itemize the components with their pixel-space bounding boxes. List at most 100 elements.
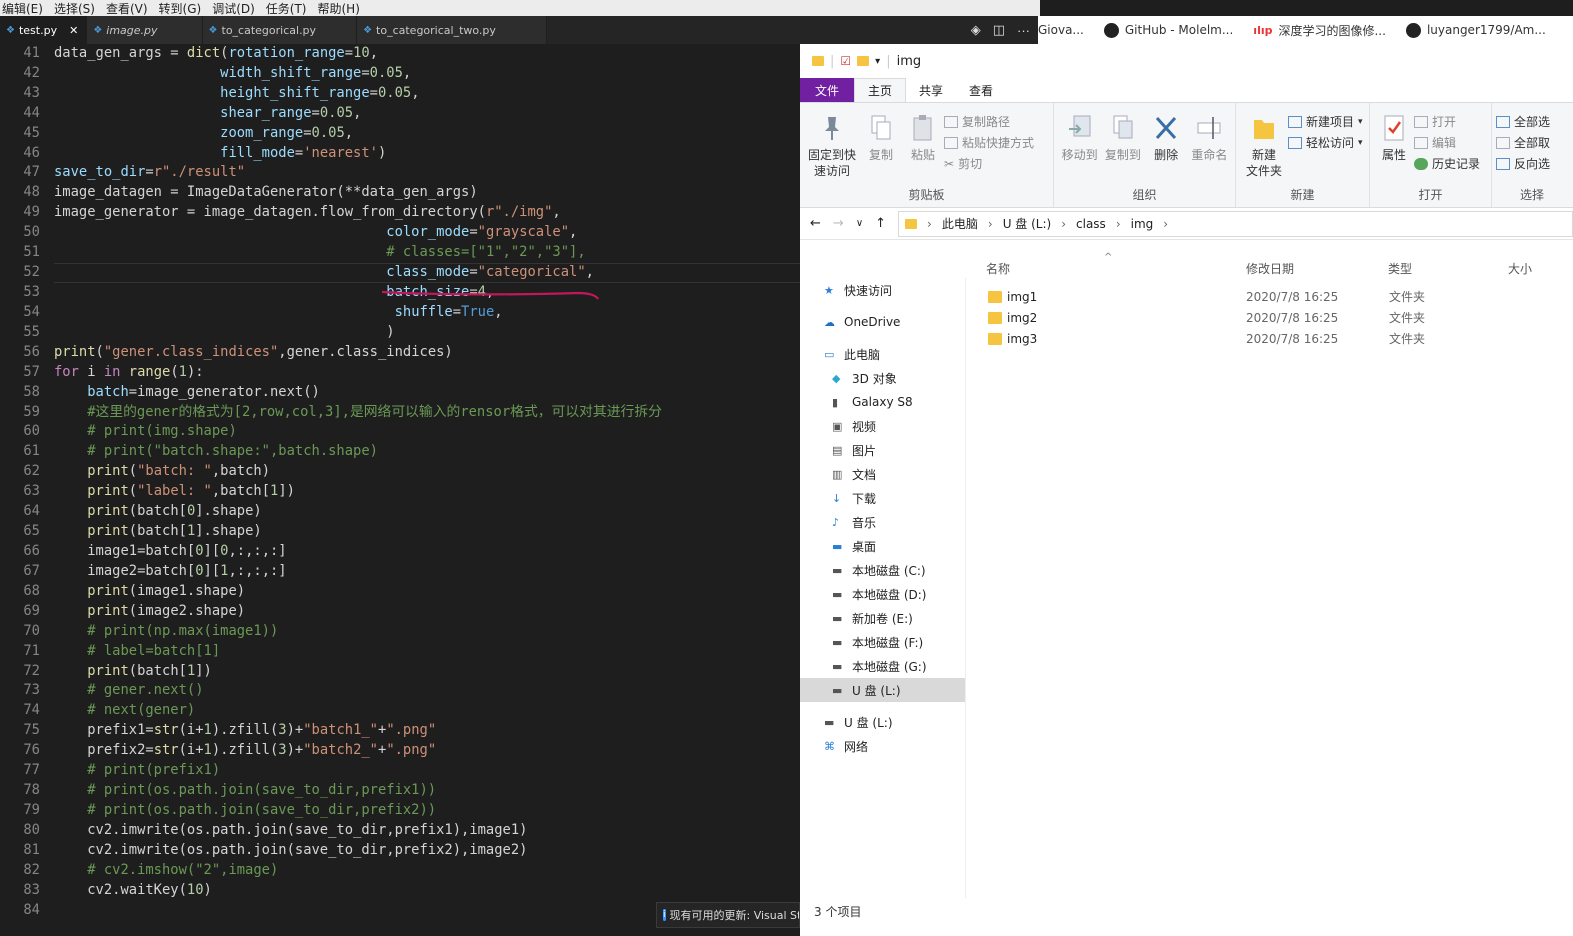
code-line[interactable]: 58 batch=image_generator.next() xyxy=(0,383,800,403)
code-line[interactable]: 75 prefix1=str(i+1).zfill(3)+"batch1_"+"… xyxy=(0,721,800,741)
code-line[interactable]: 46 fill_mode='nearest') xyxy=(0,144,800,164)
nav-item[interactable]: ▬ 桌面 xyxy=(800,534,965,558)
update-notification[interactable]: i 现有可用的更新: Visual St xyxy=(656,902,800,928)
nav-item[interactable]: ⌘ 网络 xyxy=(800,734,965,758)
code-line[interactable]: 55 ) xyxy=(0,323,800,343)
forward-icon[interactable]: → xyxy=(833,216,844,231)
menu-item[interactable]: 调试(D) xyxy=(212,0,255,17)
code-line[interactable]: 67 image2=batch[0][1,:,:,:] xyxy=(0,562,800,582)
code-line[interactable]: 70 # print(np.max(image1)) xyxy=(0,622,800,642)
nav-item[interactable]: ▥ 文档 xyxy=(800,462,965,486)
more-actions-icon[interactable]: ··· xyxy=(1017,23,1030,38)
menu-item[interactable]: 转到(G) xyxy=(159,0,202,17)
history-button[interactable]: 历史记录 xyxy=(1414,155,1480,172)
invert-selection-button[interactable]: 反向选 xyxy=(1496,155,1550,172)
code-line[interactable]: 62 print("batch: ",batch) xyxy=(0,462,800,482)
select-all-button[interactable]: 全部选 xyxy=(1496,113,1550,130)
nav-item[interactable]: ▬ 本地磁盘 (C:) xyxy=(800,558,965,582)
menu-item[interactable]: 选择(S) xyxy=(54,0,95,17)
col-size[interactable]: 大小 xyxy=(1508,260,1532,277)
code-line[interactable]: 59 #这里的gener的格式为[2,row,col,3],是网络可以输入的re… xyxy=(0,403,800,423)
bookmark-1[interactable]: GitHub - Molelm... xyxy=(1103,22,1233,38)
nav-item[interactable]: ★ 快速访问 xyxy=(800,278,965,302)
code-line[interactable]: 51 # classes=["1","2","3"], xyxy=(0,243,800,263)
code-line[interactable]: 68 print(image1.shape) xyxy=(0,582,800,602)
code-line[interactable]: 69 print(image2.shape) xyxy=(0,602,800,622)
nav-item[interactable]: ▤ 图片 xyxy=(800,438,965,462)
code-line[interactable]: 60 # print(img.shape) xyxy=(0,422,800,442)
code-line[interactable]: 54 shuffle=True, xyxy=(0,303,800,323)
nav-item[interactable]: ▭ 此电脑 xyxy=(800,342,965,366)
tab-share[interactable]: 共享 xyxy=(906,78,956,102)
code-line[interactable]: 57 for i in range(1): xyxy=(0,363,800,383)
editor-tab[interactable]: ❖ to_categorical.py xyxy=(202,16,358,44)
bookmark-0[interactable]: Giova... xyxy=(1038,23,1084,37)
nav-item[interactable]: ◆ 3D 对象 xyxy=(800,366,965,390)
breadcrumb-img[interactable]: img xyxy=(1131,217,1154,231)
code-line[interactable]: 76 prefix2=str(i+1).zfill(3)+"batch2_"+"… xyxy=(0,741,800,761)
code-line[interactable]: 73 # gener.next() xyxy=(0,681,800,701)
code-line[interactable]: 45 zoom_range=0.05, xyxy=(0,124,800,144)
breadcrumb-u-drive[interactable]: U 盘 (L:) xyxy=(1003,215,1052,232)
new-folder-quick-icon[interactable] xyxy=(857,56,870,66)
breadcrumb-class[interactable]: class xyxy=(1076,217,1106,231)
nav-item[interactable]: ▬ 新加卷 (E:) xyxy=(800,606,965,630)
code-line[interactable]: 78 # print(os.path.join(save_to_dir,pref… xyxy=(0,781,800,801)
nav-item[interactable]: ▬ U 盘 (L:) xyxy=(800,710,965,734)
code-line[interactable]: 66 image1=batch[0][0,:,:,:] xyxy=(0,542,800,562)
customize-toolbar-icon[interactable]: ▾ xyxy=(875,56,880,67)
code-line[interactable]: 47 save_to_dir=r"./result" xyxy=(0,163,800,183)
editor-tab[interactable]: ❖ image.py xyxy=(87,16,203,44)
tab-home[interactable]: 主页 xyxy=(854,78,907,102)
nav-item[interactable]: ▬ 本地磁盘 (D:) xyxy=(800,582,965,606)
code-area[interactable]: 40import os41data_gen_args = dict(rotati… xyxy=(0,34,800,934)
code-line[interactable]: 79 # print(os.path.join(save_to_dir,pref… xyxy=(0,801,800,821)
copy-path-button[interactable]: 复制路径 xyxy=(944,113,1034,130)
code-line[interactable]: 82 # cv2.imshow("2",image) xyxy=(0,861,800,881)
editor-tab[interactable]: ❖ to_categorical_two.py xyxy=(357,16,547,44)
code-line[interactable]: 44 shear_range=0.05, xyxy=(0,104,800,124)
properties-quick-icon[interactable]: ☑ xyxy=(840,54,851,68)
address-box[interactable]: › 此电脑 › U 盘 (L:) › class › img › xyxy=(898,210,1573,237)
open-button[interactable]: 打开 xyxy=(1414,113,1480,130)
code-line[interactable]: 83 cv2.waitKey(10) xyxy=(0,881,800,901)
editor-tab[interactable]: ❖ test.py ✕ xyxy=(0,16,88,44)
menu-item[interactable]: 编辑(E) xyxy=(2,0,43,17)
menu-item[interactable]: 帮助(H) xyxy=(318,0,360,17)
paste-shortcut-button[interactable]: 粘贴快捷方式 xyxy=(944,134,1034,151)
code-line[interactable]: 56 print("gener.class_indices",gener.clas… xyxy=(0,343,800,363)
breadcrumb-this-pc[interactable]: 此电脑 xyxy=(942,215,978,232)
code-line[interactable]: 43 height_shift_range=0.05, xyxy=(0,84,800,104)
code-line[interactable]: 49 image_generator = image_datagen.flow_f… xyxy=(0,203,800,223)
up-icon[interactable]: ↑ xyxy=(875,216,886,231)
code-line[interactable]: 61 # print("batch.shape:",batch.shape) xyxy=(0,442,800,462)
back-icon[interactable]: ← xyxy=(810,216,821,231)
easy-access-button[interactable]: 轻松访问 ▾ xyxy=(1288,134,1363,151)
code-line[interactable]: 71 # label=batch[1] xyxy=(0,642,800,662)
edit-button[interactable]: 编辑 xyxy=(1414,134,1480,151)
nav-item[interactable]: ▬ 本地磁盘 (G:) xyxy=(800,654,965,678)
nav-item[interactable]: ↓ 下载 xyxy=(800,486,965,510)
nav-item[interactable]: ☁ OneDrive xyxy=(800,310,965,334)
bookmark-2[interactable]: ılıp 深度学习的图像修... xyxy=(1253,22,1386,39)
nav-item[interactable]: ▬ U 盘 (L:) xyxy=(800,678,965,702)
code-line[interactable]: 63 print("label: ",batch[1]) xyxy=(0,482,800,502)
tab-view[interactable]: 查看 xyxy=(956,78,1006,102)
bookmark-3[interactable]: luyanger1799/Am... xyxy=(1405,22,1546,38)
file-row[interactable]: img3 2020/7/8 16:25 文件夹 xyxy=(978,328,1573,349)
col-name[interactable]: 名称 xyxy=(986,260,1010,277)
recent-locations-icon[interactable]: ∨ xyxy=(856,218,863,229)
tab-file[interactable]: 文件 xyxy=(800,78,855,102)
nav-item[interactable]: ♪ 音乐 xyxy=(800,510,965,534)
new-item-button[interactable]: 新建项目 ▾ xyxy=(1288,113,1363,130)
nav-item[interactable]: ▮ Galaxy S8 xyxy=(800,390,965,414)
menu-item[interactable]: 查看(V) xyxy=(106,0,148,17)
code-line[interactable]: 52 class_mode="categorical", xyxy=(0,263,800,283)
file-row[interactable]: img2 2020/7/8 16:25 文件夹 xyxy=(978,307,1573,328)
code-line[interactable]: 50 color_mode="grayscale", xyxy=(0,223,800,243)
code-line[interactable]: 64 print(batch[0].shape) xyxy=(0,502,800,522)
cut-button[interactable]: ✂ 剪切 xyxy=(944,155,1034,172)
git-compare-icon[interactable]: ◈ xyxy=(971,22,981,38)
code-line[interactable]: 65 print(batch[1].shape) xyxy=(0,522,800,542)
menu-item[interactable]: 任务(T) xyxy=(266,0,307,17)
